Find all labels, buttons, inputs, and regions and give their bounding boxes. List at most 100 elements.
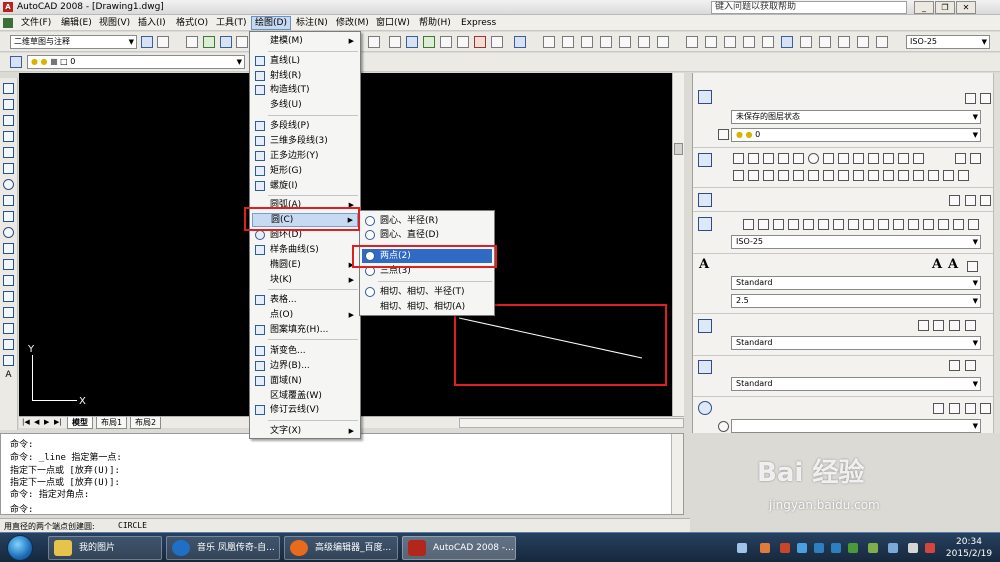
workspace-select[interactable]: 二维草图与注释 ▼ [10,35,137,49]
leader-panel-icon[interactable] [698,319,712,333]
circle-icon[interactable] [3,179,14,190]
arc-icon[interactable] [3,163,14,174]
dashboard-sidebar[interactable] [993,73,1000,433]
tab-model[interactable]: 模型 [67,417,93,429]
zoom-realtime-icon[interactable] [980,403,991,414]
copy-icon[interactable] [748,170,759,181]
menu-item-polygon[interactable]: 正多边形(Y) [252,149,358,163]
quick-dim-icon[interactable] [705,36,717,48]
tray-app2-icon[interactable] [780,543,790,553]
sheet-set-icon[interactable] [457,36,469,48]
stretch-icon[interactable] [853,170,864,181]
ordinate-dim-icon[interactable] [788,219,799,230]
menu-insert[interactable]: 插入(I) [135,16,169,30]
mleader-style-select[interactable]: Standard ▼ [731,336,981,350]
prev-tab-icon[interactable]: ◀ [34,418,39,426]
menu-item-line[interactable]: 直线(L) [252,54,358,68]
aligned-dim-icon[interactable] [562,36,574,48]
aligned-dim-icon[interactable] [758,219,769,230]
angular-dim-icon[interactable] [686,36,698,48]
zoom-window-icon[interactable] [949,403,960,414]
dimstyle-select[interactable]: ISO-25 ▼ [906,35,990,49]
make-block-icon[interactable] [3,275,14,286]
zoom-previous-icon[interactable] [965,403,976,414]
tray-app-icon[interactable] [760,543,770,553]
polyline-icon[interactable] [3,115,14,126]
view-icon[interactable] [718,421,729,432]
center-mark-icon[interactable] [923,219,934,230]
diameter-dim-icon[interactable] [657,36,669,48]
menu-item-gradient[interactable]: 渐变色... [252,344,358,358]
text-style-select[interactable]: Standard ▼ [731,276,981,290]
fillet-icon[interactable] [943,170,954,181]
menu-help[interactable]: 帮助(H) [416,16,454,30]
menu-item-wipeout[interactable]: 区域覆盖(W) [252,389,358,403]
volume-icon[interactable] [908,543,918,553]
dim-update-icon[interactable] [953,219,964,230]
join-icon[interactable] [913,170,924,181]
menu-express[interactable]: Express [458,16,499,30]
dim-menu-icon[interactable] [968,219,979,230]
polyline-icon[interactable] [748,153,759,164]
menu-item-modeling[interactable]: 建模(M) ▶ [252,34,358,48]
jogged-dim-icon[interactable] [638,36,650,48]
menu-item-tan-tan-radius[interactable]: 相切、相切、半径(T) [362,285,492,299]
circle-icon[interactable] [808,153,819,164]
print-icon[interactable] [236,36,248,48]
layer-tool-icon[interactable] [965,93,976,104]
layer-select[interactable]: ● ● ■ □ 0 ▼ [27,55,245,69]
calculator-icon[interactable] [491,36,503,48]
menu-item-spline[interactable]: 样条曲线(S) [252,243,358,257]
erase-icon[interactable] [733,170,744,181]
menu-item-revision-cloud[interactable]: 修订云线(V) [252,403,358,417]
table-style-select[interactable]: Standard ▼ [731,377,981,391]
dim-edit-icon[interactable] [857,36,869,48]
menu-format[interactable]: 格式(O) [173,16,211,30]
revision-cloud-icon[interactable] [823,153,834,164]
menu-item-ellipse[interactable]: 椭圆(E) ▶ [252,258,358,272]
menu-file[interactable]: 文件(F) [18,16,54,30]
edit-tool-icon[interactable] [965,195,976,206]
design-center-icon[interactable] [423,36,435,48]
3d-panel-icon[interactable] [698,193,712,207]
revision-cloud-icon[interactable] [3,195,14,206]
move-icon[interactable] [808,170,819,181]
tolerance-icon[interactable] [908,219,919,230]
multiline-text-icon[interactable]: A [932,257,942,272]
menu-item-center-diameter[interactable]: 圆心、直径(D) [362,228,492,242]
menu-item-ray[interactable]: 射线(R) [252,69,358,83]
network-icon[interactable] [888,543,898,553]
arc-icon[interactable] [793,153,804,164]
layers-panel-icon[interactable] [698,90,712,104]
menu-item-table[interactable]: 表格... [252,293,358,307]
menu-item-center-radius[interactable]: 圆心、半径(R) [362,214,492,228]
table-panel-icon[interactable] [698,360,712,374]
dim-space-icon[interactable] [762,36,774,48]
layer-state-select[interactable]: 未保存的图层状态 ▼ [731,110,981,124]
text-panel-icon[interactable]: A [699,257,709,272]
navigation-panel-icon[interactable] [698,401,712,415]
region-icon[interactable] [898,153,909,164]
point-icon[interactable] [3,291,14,302]
scroll-thumb[interactable] [674,143,683,155]
inspect-icon[interactable] [938,219,949,230]
properties-icon[interactable] [406,36,418,48]
taskbar-music[interactable]: 音乐 凤凰传奇-自... [166,536,280,560]
leader-align-icon[interactable] [949,320,960,331]
tray-app7-icon[interactable] [925,543,935,553]
angular-dim-icon[interactable] [848,219,859,230]
menu-item-tan-tan-tan[interactable]: 相切、相切、相切(A) [362,300,492,314]
center-mark-icon[interactable] [800,36,812,48]
help-icon[interactable] [514,36,526,48]
polygon-icon[interactable] [3,131,14,142]
leader-add-icon[interactable] [918,320,929,331]
menu-item-boundary[interactable]: 边界(B)... [252,359,358,373]
taskbar-editor[interactable]: 高级编辑器_百度... [284,536,398,560]
inspect-icon[interactable] [819,36,831,48]
leader-collect-icon[interactable] [965,320,976,331]
restore-button[interactable]: ❐ [935,1,955,14]
menu-dimension[interactable]: 标注(N) [293,16,331,30]
arc-length-icon[interactable] [581,36,593,48]
trim-icon[interactable] [868,170,879,181]
radius-dim-icon[interactable] [803,219,814,230]
